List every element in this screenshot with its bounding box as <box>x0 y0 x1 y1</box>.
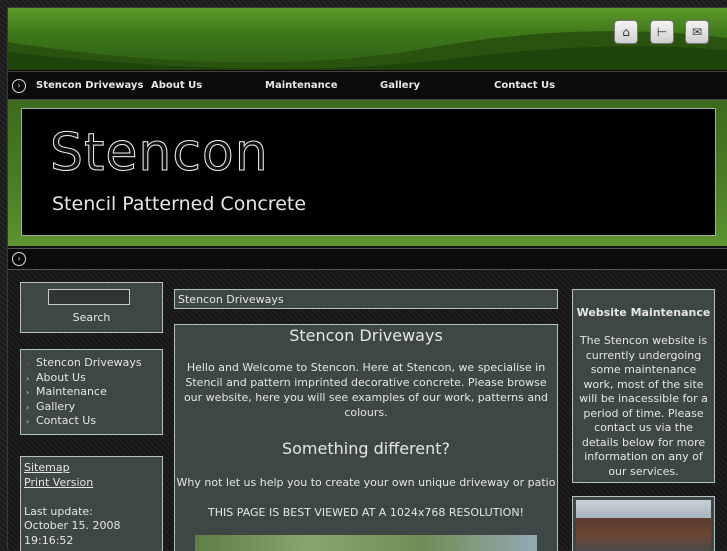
info-box: Sitemap Print Version Last update: Octob… <box>20 456 163 551</box>
sidebar-item-gallery[interactable]: › Gallery <box>26 400 75 413</box>
search-input[interactable] <box>48 289 130 305</box>
sidebar-item-maintenance[interactable]: › Maintenance <box>26 385 107 398</box>
logo-title: Stencon <box>50 123 269 184</box>
nav-item-gallery[interactable]: Gallery <box>380 80 420 91</box>
top-navigation: › Stencon Driveways About Us Maintenance… <box>8 71 727 100</box>
breadcrumb: Stencon Driveways <box>174 289 558 309</box>
last-update-label: Last update: <box>24 504 93 518</box>
sub-navigation: › <box>8 248 727 270</box>
sitemap-icon[interactable]: ⊢ <box>650 20 674 44</box>
content-area: Search › Stencon Driveways › About Us › Mai… <box>8 270 727 551</box>
bullet-icon: › <box>26 417 30 426</box>
sidebar-item-stencon-driveways[interactable]: › Stencon Driveways <box>26 356 142 369</box>
driveway-image <box>195 535 537 551</box>
last-update-date: October 15. 2008 <box>24 519 121 532</box>
sitemap-link[interactable]: Sitemap <box>24 461 70 474</box>
banner: Stencon Stencil Patterned Concrete <box>21 108 716 236</box>
nav-arrow-icon: › <box>12 79 26 93</box>
sidebar-item-contact-us[interactable]: › Contact Us <box>26 414 96 427</box>
maintenance-box: Website Maintenance The Stencon website … <box>572 289 715 483</box>
maintenance-text: The Stencon website is currently undergo… <box>579 334 708 478</box>
bullet-icon: › <box>26 388 30 397</box>
main-text: Why not let us help you to create your o… <box>176 476 556 489</box>
search-box: Search <box>20 282 163 333</box>
main-subtitle: Something different? <box>281 439 451 458</box>
nav-item-stencon-driveways[interactable]: Stencon Driveways <box>36 80 143 91</box>
nav-item-about-us[interactable]: About Us <box>151 80 202 91</box>
nav-item-maintenance[interactable]: Maintenance <box>265 80 338 91</box>
subnav-arrow-icon: › <box>12 252 26 266</box>
sidebar-menu: › Stencon Driveways › About Us › Maintenanc… <box>20 349 163 435</box>
mail-icon[interactable]: ✉ <box>685 20 709 44</box>
sidebar-item-about-us[interactable]: › About Us <box>26 371 86 384</box>
house-photo <box>576 500 711 551</box>
maintenance-title: Website Maintenance <box>576 306 711 319</box>
print-version-link[interactable]: Print Version <box>24 476 93 489</box>
main-title: Stencon Driveways <box>289 326 443 345</box>
nav-item-contact-us[interactable]: Contact Us <box>494 80 555 91</box>
bullet-icon: › <box>26 403 30 412</box>
home-icon[interactable]: ⌂ <box>614 20 638 44</box>
photo-box <box>572 496 715 551</box>
page: ⌂ ⊢ ✉ › Stencon Driveways About Us Maint… <box>7 7 727 551</box>
main-intro: Hello and Welcome to Stencon. Here at St… <box>183 361 549 419</box>
bullet-icon: › <box>26 359 30 368</box>
resolution-notice: THIS PAGE IS BEST VIEWED AT A 1024x768 R… <box>208 506 524 519</box>
logo-subtitle: Stencil Patterned Concrete <box>52 193 307 215</box>
bullet-icon: › <box>26 374 30 383</box>
search-button[interactable]: Search <box>21 311 162 324</box>
main-content: Stencon Driveways Hello and Welcome to S… <box>174 324 558 551</box>
header: ⌂ ⊢ ✉ <box>8 8 727 71</box>
